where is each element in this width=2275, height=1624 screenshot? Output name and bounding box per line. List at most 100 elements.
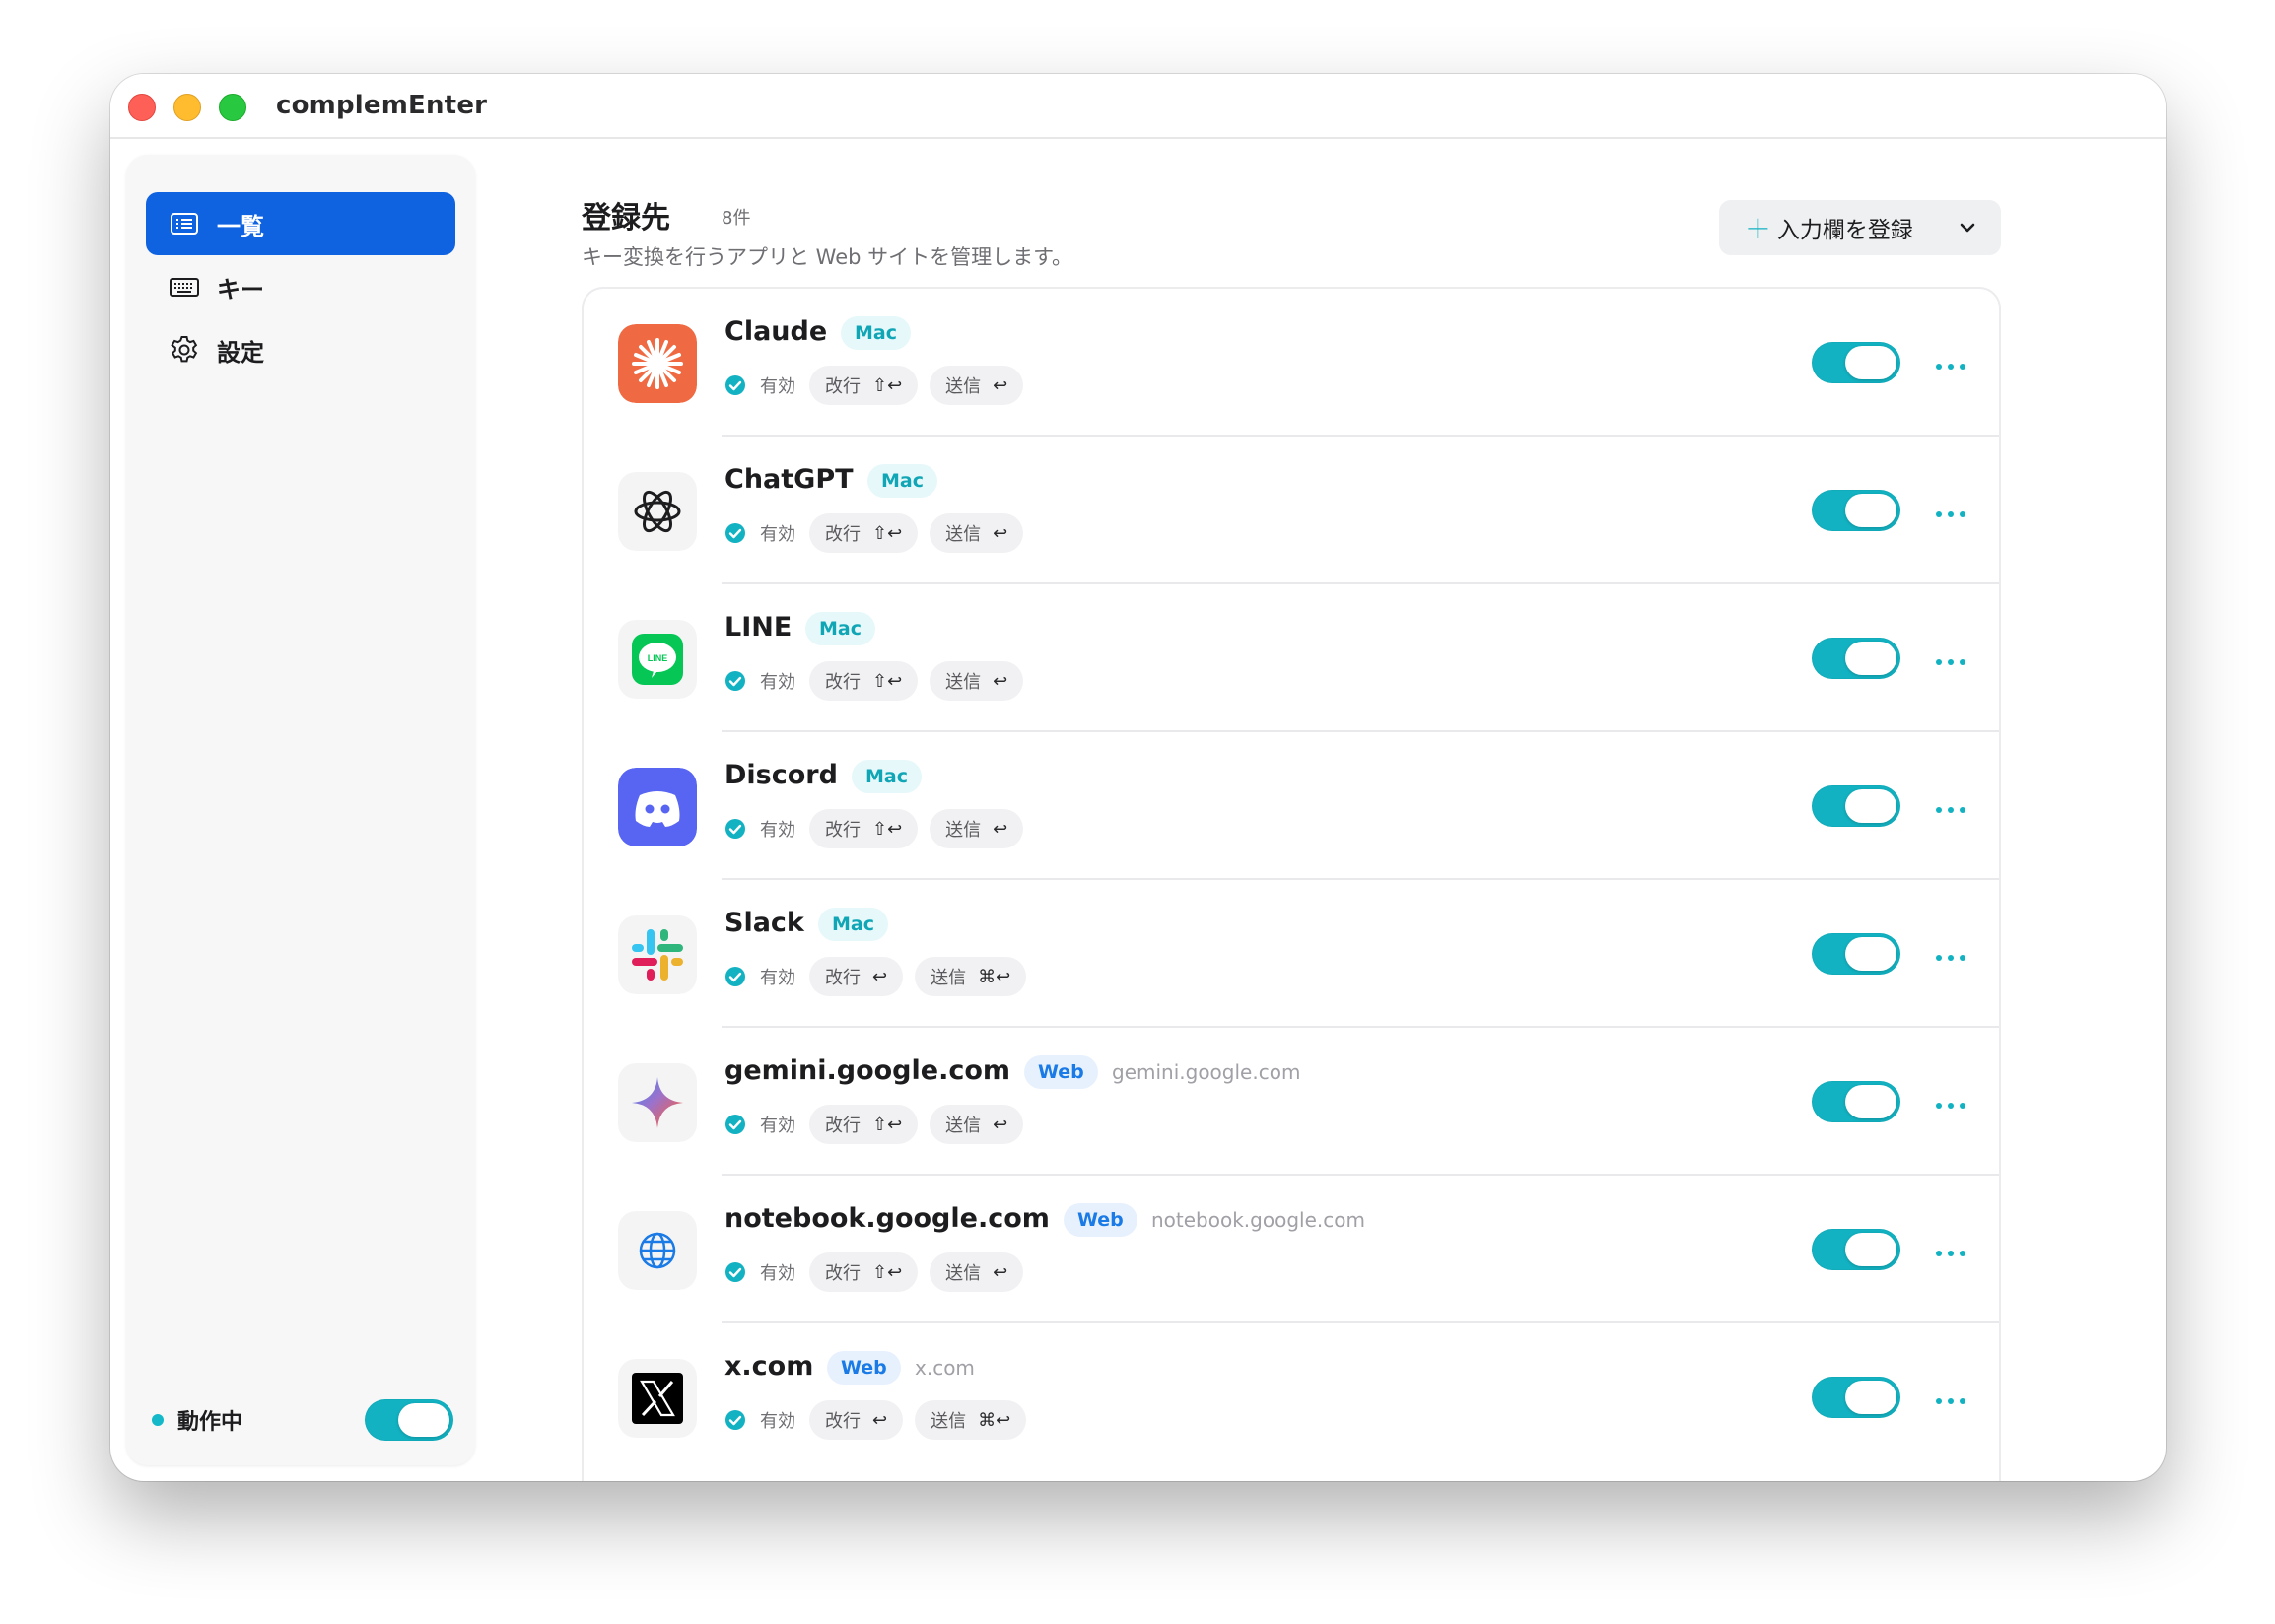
send-key-chip[interactable]: 送信 ⌘↩	[915, 957, 1027, 996]
check-circle-icon	[724, 1261, 746, 1283]
status-text: 有効	[760, 376, 795, 397]
send-key-chip[interactable]: 送信 ↩	[930, 1252, 1024, 1292]
entry-row[interactable]: notebook.google.com Web notebook.google.co…	[584, 1176, 1999, 1323]
entry-meta: 有効 改行 ⇧↩ 送信 ↩	[724, 661, 1035, 701]
status-text: 有効	[760, 672, 795, 693]
entry-name: gemini.google.com	[724, 1055, 1011, 1086]
more-options-icon[interactable]	[1934, 653, 1967, 665]
zoom-window-button[interactable]	[219, 94, 246, 121]
more-options-icon[interactable]	[1934, 949, 1967, 961]
platform-badge: Mac	[805, 612, 875, 645]
entry-enable-toggle[interactable]	[1812, 785, 1900, 827]
more-options-icon[interactable]	[1934, 1392, 1967, 1404]
check-circle-icon	[724, 1409, 746, 1431]
newline-key-chip[interactable]: 改行 ⇧↩	[809, 1252, 919, 1292]
line-icon: LINE	[618, 620, 697, 699]
entry-meta: 有効 改行 ⇧↩ 送信 ↩	[724, 366, 1035, 405]
entry-row[interactable]: Claude Mac 有効 改行 ⇧↩ 送信 ↩	[584, 289, 1999, 437]
discord-icon	[618, 768, 697, 846]
check-circle-icon	[724, 374, 746, 396]
sidebar-item-settings[interactable]: 設定	[146, 318, 455, 381]
status-indicator	[152, 1414, 164, 1426]
entry-name: Claude	[724, 316, 828, 347]
entry-meta: 有効 改行 ⇧↩ 送信 ↩	[724, 513, 1035, 553]
status-text: 有効	[760, 1411, 795, 1432]
newline-key-chip[interactable]: 改行 ⇧↩	[809, 661, 919, 701]
list-icon	[168, 207, 201, 240]
svg-text:LINE: LINE	[648, 653, 668, 663]
entry-row[interactable]: Slack Mac 有効 改行 ↩ 送信 ⌘↩	[584, 880, 1999, 1028]
check-circle-icon	[724, 1114, 746, 1135]
sidebar-item-list[interactable]: 一覧	[146, 192, 455, 255]
entry-enable-toggle[interactable]	[1812, 638, 1900, 679]
newline-key-chip[interactable]: 改行 ⇧↩	[809, 366, 919, 405]
entry-name: x.com	[724, 1351, 814, 1382]
send-key-chip[interactable]: 送信 ↩	[930, 809, 1024, 848]
entry-enable-toggle[interactable]	[1812, 342, 1900, 383]
send-keys: ⌘↩	[978, 1409, 1011, 1431]
close-window-button[interactable]	[128, 94, 156, 121]
sidebar: 一覧 キー 設定 動作中	[126, 155, 475, 1465]
more-options-icon[interactable]	[1934, 801, 1967, 813]
register-input-button[interactable]: + 入力欄を登録	[1719, 200, 2001, 255]
check-circle-icon	[724, 670, 746, 692]
slack-icon	[618, 915, 697, 994]
gemini-icon	[618, 1063, 697, 1142]
status-label: 動作中	[177, 1410, 243, 1435]
send-label: 送信	[931, 968, 967, 988]
title-bar: complemEnter	[110, 74, 2166, 139]
entry-row[interactable]: x.com Web x.com 有効 改行 ↩ 送信 ⌘↩	[584, 1323, 1999, 1471]
entry-meta: 有効 改行 ⇧↩ 送信 ↩	[724, 809, 1035, 848]
entry-domain: gemini.google.com	[1112, 1060, 1301, 1084]
entry-enable-toggle[interactable]	[1812, 1377, 1900, 1418]
entry-row[interactable]: ChatGPT Mac 有効 改行 ⇧↩ 送信 ↩	[584, 437, 1999, 584]
entry-name: Discord	[724, 760, 838, 790]
send-key-chip[interactable]: 送信 ↩	[930, 1105, 1024, 1144]
platform-badge: Web	[1024, 1055, 1098, 1089]
plus-icon: +	[1745, 209, 1771, 246]
newline-label: 改行	[825, 672, 861, 693]
more-options-icon[interactable]	[1934, 358, 1967, 370]
newline-key-chip[interactable]: 改行 ⇧↩	[809, 513, 919, 553]
entry-row[interactable]: gemini.google.com Web gemini.google.com 有効改…	[584, 1028, 1999, 1176]
newline-key-chip[interactable]: 改行 ⇧↩	[809, 1105, 919, 1144]
newline-keys: ⇧↩	[872, 1261, 903, 1283]
newline-keys: ↩	[872, 1409, 888, 1431]
sidebar-item-label: 設定	[217, 338, 264, 367]
global-toggle[interactable]	[365, 1399, 453, 1441]
sidebar-item-keys[interactable]: キー	[146, 255, 455, 318]
newline-label: 改行	[825, 1263, 861, 1284]
send-key-chip[interactable]: 送信 ↩	[930, 661, 1024, 701]
entry-count: 8件	[722, 208, 751, 229]
newline-keys: ↩	[872, 966, 888, 987]
newline-label: 改行	[825, 968, 861, 988]
send-key-chip[interactable]: 送信 ⌘↩	[915, 1400, 1027, 1440]
platform-badge: Web	[1064, 1203, 1138, 1237]
newline-key-chip[interactable]: 改行 ⇧↩	[809, 809, 919, 848]
entry-enable-toggle[interactable]	[1812, 933, 1900, 975]
send-keys: ⌘↩	[978, 966, 1011, 987]
status-text: 有効	[760, 1263, 795, 1284]
chatgpt-icon	[618, 472, 697, 551]
more-options-icon[interactable]	[1934, 506, 1967, 517]
entry-meta: 有効 改行 ↩ 送信 ⌘↩	[724, 1400, 1038, 1440]
entry-row[interactable]: Discord Mac 有効 改行 ⇧↩ 送信 ↩	[584, 732, 1999, 880]
entry-enable-toggle[interactable]	[1812, 1229, 1900, 1270]
send-key-chip[interactable]: 送信 ↩	[930, 366, 1024, 405]
newline-key-chip[interactable]: 改行 ↩	[809, 1400, 904, 1440]
more-options-icon[interactable]	[1934, 1097, 1967, 1109]
newline-key-chip[interactable]: 改行 ↩	[809, 957, 904, 996]
newline-keys: ⇧↩	[872, 1114, 903, 1135]
send-key-chip[interactable]: 送信 ↩	[930, 513, 1024, 553]
page-title: 登録先	[582, 201, 670, 236]
send-label: 送信	[945, 376, 982, 397]
send-label: 送信	[945, 672, 982, 693]
entry-enable-toggle[interactable]	[1812, 490, 1900, 531]
entry-enable-toggle[interactable]	[1812, 1081, 1900, 1122]
minimize-window-button[interactable]	[173, 94, 201, 121]
entry-row[interactable]: LINE LINE Mac 有効 改行 ⇧↩ 送信 ↩	[584, 584, 1999, 732]
newline-keys: ⇧↩	[872, 522, 903, 544]
more-options-icon[interactable]	[1934, 1245, 1967, 1256]
chevron-down-icon[interactable]	[1954, 214, 1981, 241]
send-keys: ↩	[993, 1261, 1008, 1283]
